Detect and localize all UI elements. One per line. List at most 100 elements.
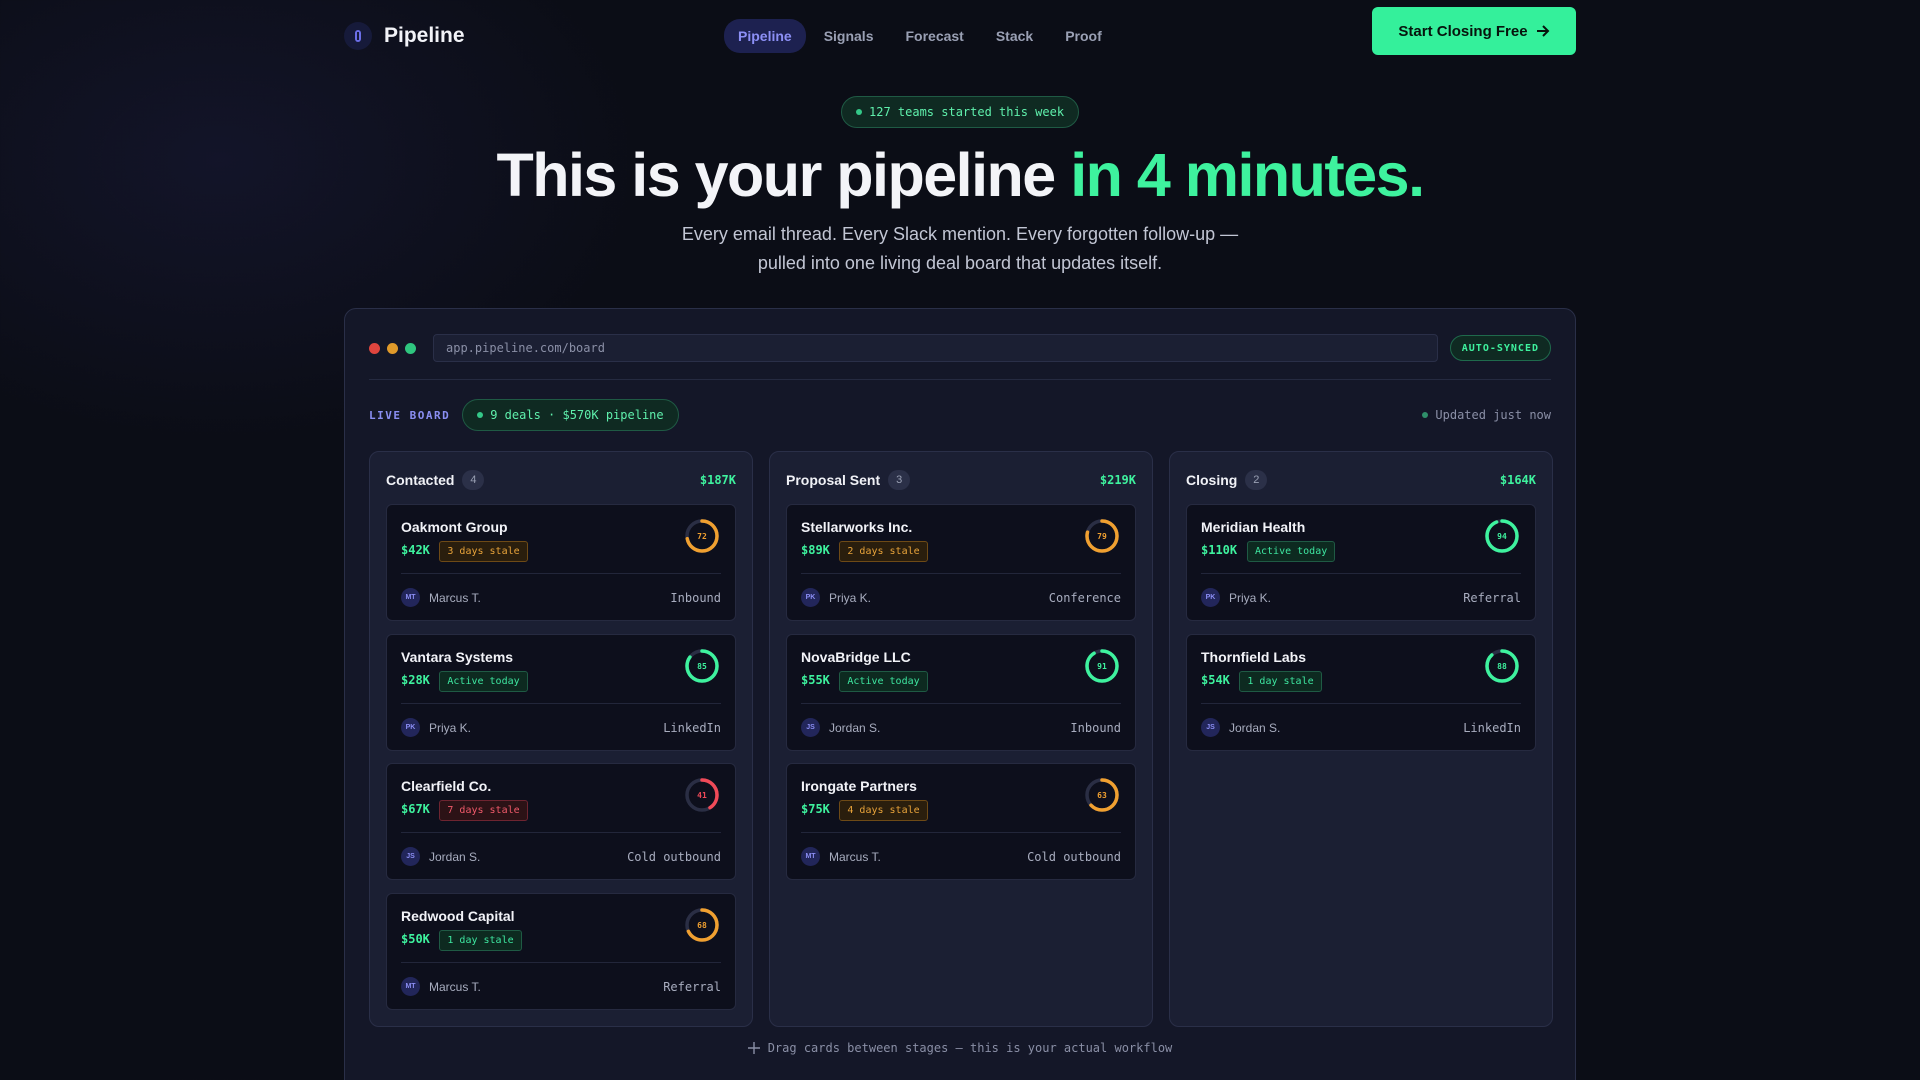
deal-card[interactable]: Vantara Systems $28K Active today 85 PK Priya… xyxy=(386,634,736,751)
brand-name: Pipeline xyxy=(384,24,465,47)
column-total: $219K xyxy=(1099,473,1136,487)
hero-title-accent: in 4 minutes. xyxy=(1070,141,1425,209)
nav-link-stack[interactable]: Stack xyxy=(982,19,1047,53)
nav-links: Pipeline Signals Forecast Stack Proof xyxy=(724,19,1116,53)
board-frame: app.pipeline.com/board AUTO-SYNCED LIVE … xyxy=(344,308,1576,1080)
staleness-tag: 3 days stale xyxy=(439,541,528,562)
health-score: 41 xyxy=(697,791,707,800)
live-board-label: LIVE BOARD xyxy=(369,408,451,422)
deal-value: $42K xyxy=(401,543,430,557)
deal-owner: Priya K. xyxy=(429,721,472,735)
column-total: $187K xyxy=(699,473,736,487)
avatar: MT xyxy=(801,847,820,866)
nav-link-signals[interactable]: Signals xyxy=(810,19,888,53)
avatar: MT xyxy=(401,977,420,996)
nav-link-proof[interactable]: Proof xyxy=(1051,19,1116,53)
deal-card[interactable]: Stellarworks Inc. $89K 2 days stale 79 PK Pri… xyxy=(786,504,1136,621)
card-divider xyxy=(401,832,721,833)
deal-name: Meridian Health xyxy=(1201,519,1306,535)
column-title: Proposal Sent xyxy=(786,472,881,488)
column-closing[interactable]: Closing 2 $164K Meridian Health $110K Active … xyxy=(1169,451,1553,1027)
deal-source: Inbound xyxy=(670,591,721,605)
staleness-tag: 4 days stale xyxy=(839,800,928,821)
deal-card[interactable]: Meridian Health $110K Active today 94 PK Priy… xyxy=(1186,504,1536,621)
deal-value: $55K xyxy=(801,673,830,687)
health-score: 85 xyxy=(697,662,707,671)
deal-card[interactable]: Thornfield Labs $54K 1 day stale 88 JS Jordan… xyxy=(1186,634,1536,751)
start-closing-button[interactable]: Start Closing Free xyxy=(1372,7,1576,55)
deal-card[interactable]: Oakmont Group $42K 3 days stale 72 MT Marcus … xyxy=(386,504,736,621)
staleness-tag: Active today xyxy=(839,671,928,692)
drag-hint: Drag cards between stages — this is your… xyxy=(345,1041,1575,1055)
deal-owner: Jordan S. xyxy=(1229,721,1281,735)
deals-summary: 9 deals · $570K pipeline xyxy=(490,408,664,422)
nav-link-pipeline[interactable]: Pipeline xyxy=(724,19,806,53)
health-score-ring: 41 xyxy=(685,778,719,812)
column-count: 4 xyxy=(462,470,485,490)
staleness-tag: Active today xyxy=(439,671,528,692)
column-header: Proposal Sent 3 $219K xyxy=(786,468,1136,492)
plus-icon xyxy=(747,1042,760,1054)
column-header: Closing 2 $164K xyxy=(1186,468,1536,492)
deal-name: NovaBridge LLC xyxy=(801,649,911,665)
deal-owner: Marcus T. xyxy=(429,980,481,994)
card-divider xyxy=(401,962,721,963)
column-title: Contacted xyxy=(386,472,455,488)
deal-value: $50K xyxy=(401,932,430,946)
health-score: 63 xyxy=(1097,791,1107,800)
avatar: PK xyxy=(801,588,820,607)
health-score-ring: 79 xyxy=(1085,519,1119,553)
staleness-tag: 1 day stale xyxy=(1239,671,1322,692)
health-score: 72 xyxy=(697,532,707,541)
deal-source: Conference xyxy=(1048,591,1121,605)
logo-icon xyxy=(344,22,372,50)
close-dot-icon xyxy=(369,342,380,354)
drag-hint-text: Drag cards between stages — this is your… xyxy=(767,1041,1173,1055)
deal-name: Oakmont Group xyxy=(401,519,508,535)
status-dot-icon xyxy=(477,412,484,418)
deal-source: LinkedIn xyxy=(663,721,721,735)
deal-card[interactable]: Redwood Capital $50K 1 day stale 68 MT Marcus… xyxy=(386,893,736,1010)
avatar: JS xyxy=(401,847,420,866)
column-header: Contacted 4 $187K xyxy=(386,468,736,492)
deal-source: Referral xyxy=(1463,591,1521,605)
brand[interactable]: Pipeline xyxy=(344,22,465,50)
hero-title: This is your pipeline in 4 minutes. xyxy=(0,140,1920,210)
column-proposal-sent[interactable]: Proposal Sent 3 $219K Stellarworks Inc. $89K… xyxy=(769,451,1153,1027)
deal-card[interactable]: NovaBridge LLC $55K Active today 91 JS Jordan… xyxy=(786,634,1136,751)
health-score-ring: 91 xyxy=(1085,649,1119,683)
health-score-ring: 63 xyxy=(1085,778,1119,812)
deal-card[interactable]: Clearfield Co. $67K 7 days stale 41 JS Jordan… xyxy=(386,763,736,880)
deal-owner: Priya K. xyxy=(1229,591,1272,605)
deal-owner: Jordan S. xyxy=(429,850,481,864)
status-dot-icon xyxy=(1422,412,1429,418)
health-score-ring: 88 xyxy=(1485,649,1519,683)
health-score: 79 xyxy=(1097,532,1107,541)
deal-value: $28K xyxy=(401,673,430,687)
cta-label: Start Closing Free xyxy=(1398,22,1528,40)
live-board-bar: LIVE BOARD 9 deals · $570K pipeline Upda… xyxy=(369,399,1551,431)
deal-owner: Jordan S. xyxy=(829,721,881,735)
arrow-right-icon xyxy=(1536,25,1550,37)
deal-value: $110K xyxy=(1201,543,1238,557)
deal-value: $75K xyxy=(801,802,830,816)
deal-source: Cold outbound xyxy=(1027,850,1121,864)
health-score: 68 xyxy=(697,921,707,930)
deals-summary-pill: 9 deals · $570K pipeline xyxy=(462,399,679,431)
card-divider xyxy=(801,703,1121,704)
status-dot-icon xyxy=(856,109,862,115)
deal-source: Referral xyxy=(663,980,721,994)
column-contacted[interactable]: Contacted 4 $187K Oakmont Group $42K 3 days s… xyxy=(369,451,753,1027)
url-bar: app.pipeline.com/board xyxy=(433,334,1438,362)
card-divider xyxy=(401,703,721,704)
deal-name: Thornfield Labs xyxy=(1201,649,1306,665)
card-divider xyxy=(1201,703,1521,704)
nav-link-forecast[interactable]: Forecast xyxy=(891,19,977,53)
window-titlebar: app.pipeline.com/board AUTO-SYNCED xyxy=(369,333,1551,363)
column-title: Closing xyxy=(1186,472,1238,488)
deal-name: Stellarworks Inc. xyxy=(801,519,913,535)
updated-text: Updated just now xyxy=(1435,408,1551,422)
maximize-dot-icon xyxy=(405,342,416,354)
deal-card[interactable]: Irongate Partners $75K 4 days stale 63 MT Mar… xyxy=(786,763,1136,880)
card-divider xyxy=(401,573,721,574)
